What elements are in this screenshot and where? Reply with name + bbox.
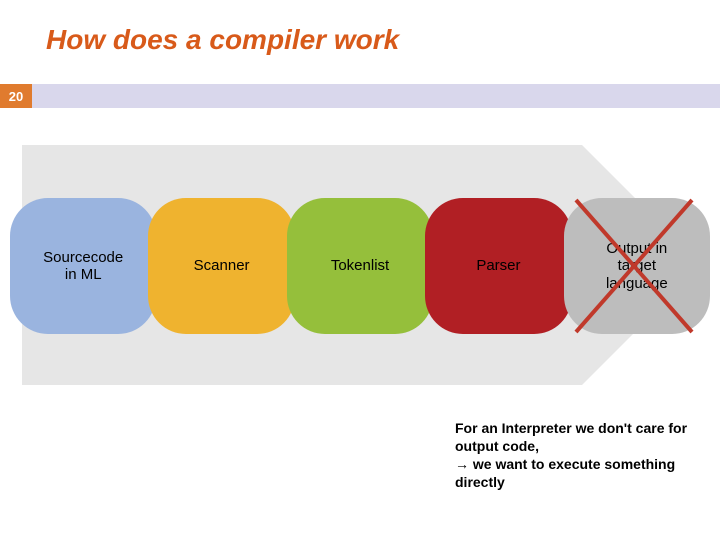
- arrow-right-icon: →: [455, 456, 469, 472]
- stage-label: Output intargetlanguage: [606, 240, 668, 292]
- stage-label: Sourcecodein ML: [43, 249, 123, 284]
- caption-line1: For an Interpreter we don't care for out…: [455, 420, 687, 454]
- stage-tokenlist: Tokenlist: [287, 198, 433, 334]
- caption-text: For an Interpreter we don't care for out…: [455, 420, 703, 492]
- stage-label: Tokenlist: [331, 257, 389, 274]
- caption-line2: we want to execute something directly: [455, 456, 675, 490]
- stage-parser: Parser: [425, 198, 571, 334]
- slide-number-badge: 20: [0, 84, 32, 108]
- stage-scanner: Scanner: [148, 198, 294, 334]
- stage-output: Output intargetlanguage: [564, 198, 710, 334]
- stage-label: Scanner: [194, 257, 250, 274]
- stage-label: Parser: [476, 257, 520, 274]
- slide-number-bar: [0, 84, 720, 108]
- slide-title: How does a compiler work: [46, 24, 399, 56]
- stage-row: Sourcecodein ML Scanner Tokenlist Parser…: [10, 198, 710, 334]
- stage-sourcecode: Sourcecodein ML: [10, 198, 156, 334]
